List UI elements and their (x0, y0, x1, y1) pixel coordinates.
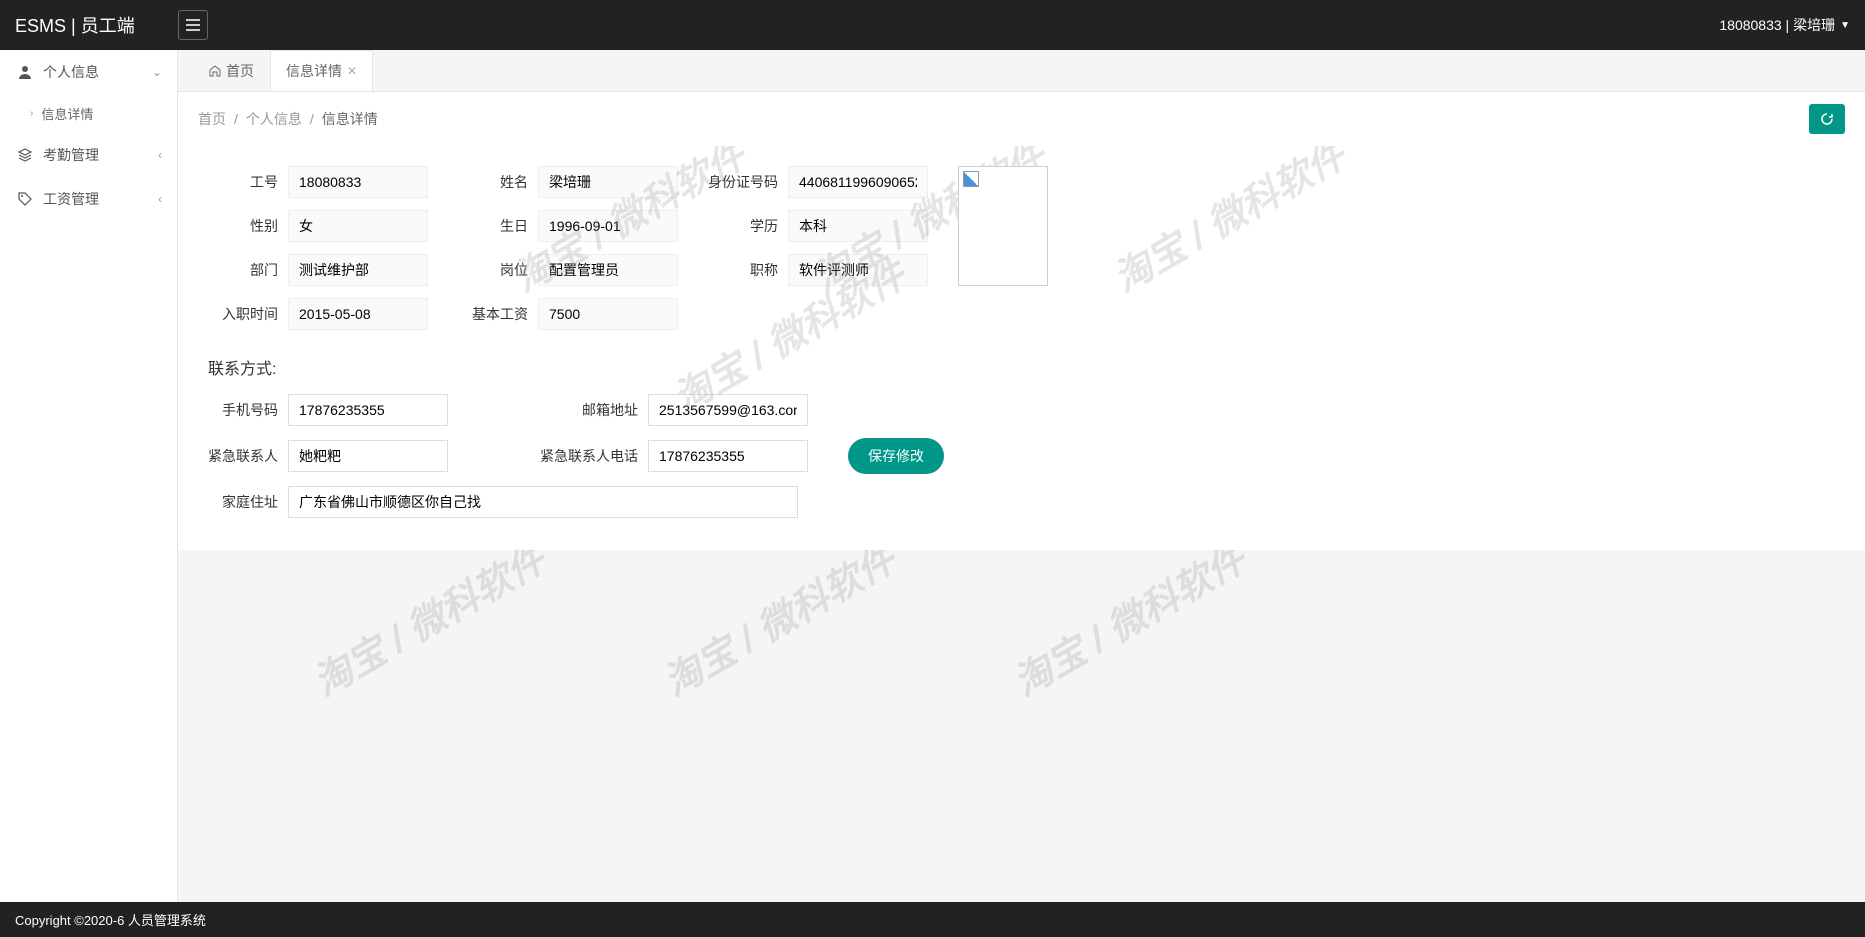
tab-info-detail[interactable]: 信息详情 ✕ (270, 50, 373, 91)
tab-label: 首页 (226, 61, 254, 81)
input-emp-no (288, 166, 428, 198)
label-emergency-phone: 紧急联系人电话 (538, 446, 648, 466)
label-id-card: 身份证号码 (708, 172, 788, 192)
photo-placeholder (958, 166, 1048, 286)
copyright: Copyright ©2020-6 人员管理系统 (15, 910, 206, 929)
menu-icon (186, 19, 200, 31)
breadcrumb-personal[interactable]: 个人信息 (246, 109, 302, 129)
input-position (538, 254, 678, 286)
label-gender: 性别 (208, 216, 288, 236)
sidebar-item-label: 个人信息 (43, 62, 99, 82)
chevron-right-icon: › (30, 108, 33, 119)
contact-section-title: 联系方式: (208, 355, 1835, 379)
content-gap: 淘宝 / 微科软件 淘宝 / 微科软件 淘宝 / 微科软件 (178, 550, 1865, 902)
input-emergency-name[interactable] (288, 440, 448, 472)
label-emergency-name: 紧急联系人 (208, 446, 288, 466)
input-address[interactable] (288, 486, 798, 518)
label-base-salary: 基本工资 (458, 304, 538, 324)
sidebar-item-label: 工资管理 (43, 189, 99, 209)
save-button[interactable]: 保存修改 (848, 438, 944, 474)
label-title: 职称 (708, 260, 788, 280)
user-display: 18080833 | 梁培珊 (1719, 15, 1835, 35)
label-name: 姓名 (458, 172, 538, 192)
chevron-left-icon: ‹ (158, 192, 162, 206)
layers-icon (15, 147, 35, 163)
home-icon (209, 65, 221, 77)
input-department (288, 254, 428, 286)
input-education (788, 210, 928, 242)
watermark: 淘宝 / 微科软件 (302, 550, 554, 706)
label-emp-no: 工号 (208, 172, 288, 192)
sidebar-item-attendance[interactable]: 考勤管理 ‹ (0, 133, 177, 177)
sidebar-item-salary[interactable]: 工资管理 ‹ (0, 177, 177, 221)
refresh-button[interactable] (1809, 104, 1845, 134)
sidebar-item-label: 考勤管理 (43, 145, 99, 165)
watermark: 淘宝 / 微科软件 (1002, 550, 1254, 706)
input-emergency-phone[interactable] (648, 440, 808, 472)
label-education: 学历 (708, 216, 788, 236)
label-hire-date: 入职时间 (208, 304, 288, 324)
breadcrumb-sep: / (310, 111, 314, 127)
label-address: 家庭住址 (208, 492, 288, 512)
input-hire-date (288, 298, 428, 330)
topbar: ESMS | 员工端 18080833 | 梁培珊 ▼ (0, 0, 1865, 50)
sidebar-toggle-button[interactable] (178, 10, 208, 40)
breadcrumb-current: 信息详情 (322, 109, 378, 129)
input-id-card (788, 166, 928, 198)
tabbar: 首页 信息详情 ✕ (178, 50, 1865, 92)
breadcrumb-sep: / (234, 111, 238, 127)
input-email[interactable] (648, 394, 808, 426)
input-gender (288, 210, 428, 242)
input-birthday (538, 210, 678, 242)
breadcrumb-home[interactable]: 首页 (198, 109, 226, 129)
sidebar-subitem-info-detail[interactable]: › 信息详情 (0, 94, 177, 133)
chevron-down-icon: ⌄ (152, 65, 162, 79)
tag-icon (15, 191, 35, 207)
app-title: ESMS | 员工端 (15, 12, 178, 38)
user-icon (15, 64, 35, 80)
refresh-icon (1819, 111, 1835, 127)
input-base-salary (538, 298, 678, 330)
sidebar-subitem-label: 信息详情 (41, 104, 93, 123)
caret-down-icon: ▼ (1840, 20, 1850, 31)
chevron-left-icon: ‹ (158, 148, 162, 162)
user-menu[interactable]: 18080833 | 梁培珊 ▼ (1719, 15, 1850, 35)
label-email: 邮箱地址 (568, 400, 648, 420)
sidebar: 个人信息 ⌄ › 信息详情 考勤管理 ‹ 工资管理 ‹ (0, 50, 178, 902)
tab-home[interactable]: 首页 (193, 50, 270, 91)
input-phone[interactable] (288, 394, 448, 426)
content-area: 首页 信息详情 ✕ 首页 / 个人信息 / 信息详情 淘宝 / 微科软件 淘宝 … (178, 50, 1865, 902)
label-birthday: 生日 (458, 216, 538, 236)
label-position: 岗位 (458, 260, 538, 280)
footer: Copyright ©2020-6 人员管理系统 (0, 902, 1865, 937)
input-title (788, 254, 928, 286)
tab-close-icon[interactable]: ✕ (347, 64, 357, 78)
input-name (538, 166, 678, 198)
tab-label: 信息详情 (286, 61, 342, 81)
watermark: 淘宝 / 微科软件 (652, 550, 904, 706)
breadcrumb: 首页 / 个人信息 / 信息详情 (178, 92, 1865, 146)
label-phone: 手机号码 (208, 400, 288, 420)
sidebar-item-personal-info[interactable]: 个人信息 ⌄ (0, 50, 177, 94)
form-info: 淘宝 / 微科软件 淘宝 / 微科软件 淘宝 / 微科软件 淘宝 / 微科软件 … (178, 146, 1865, 550)
label-department: 部门 (208, 260, 288, 280)
